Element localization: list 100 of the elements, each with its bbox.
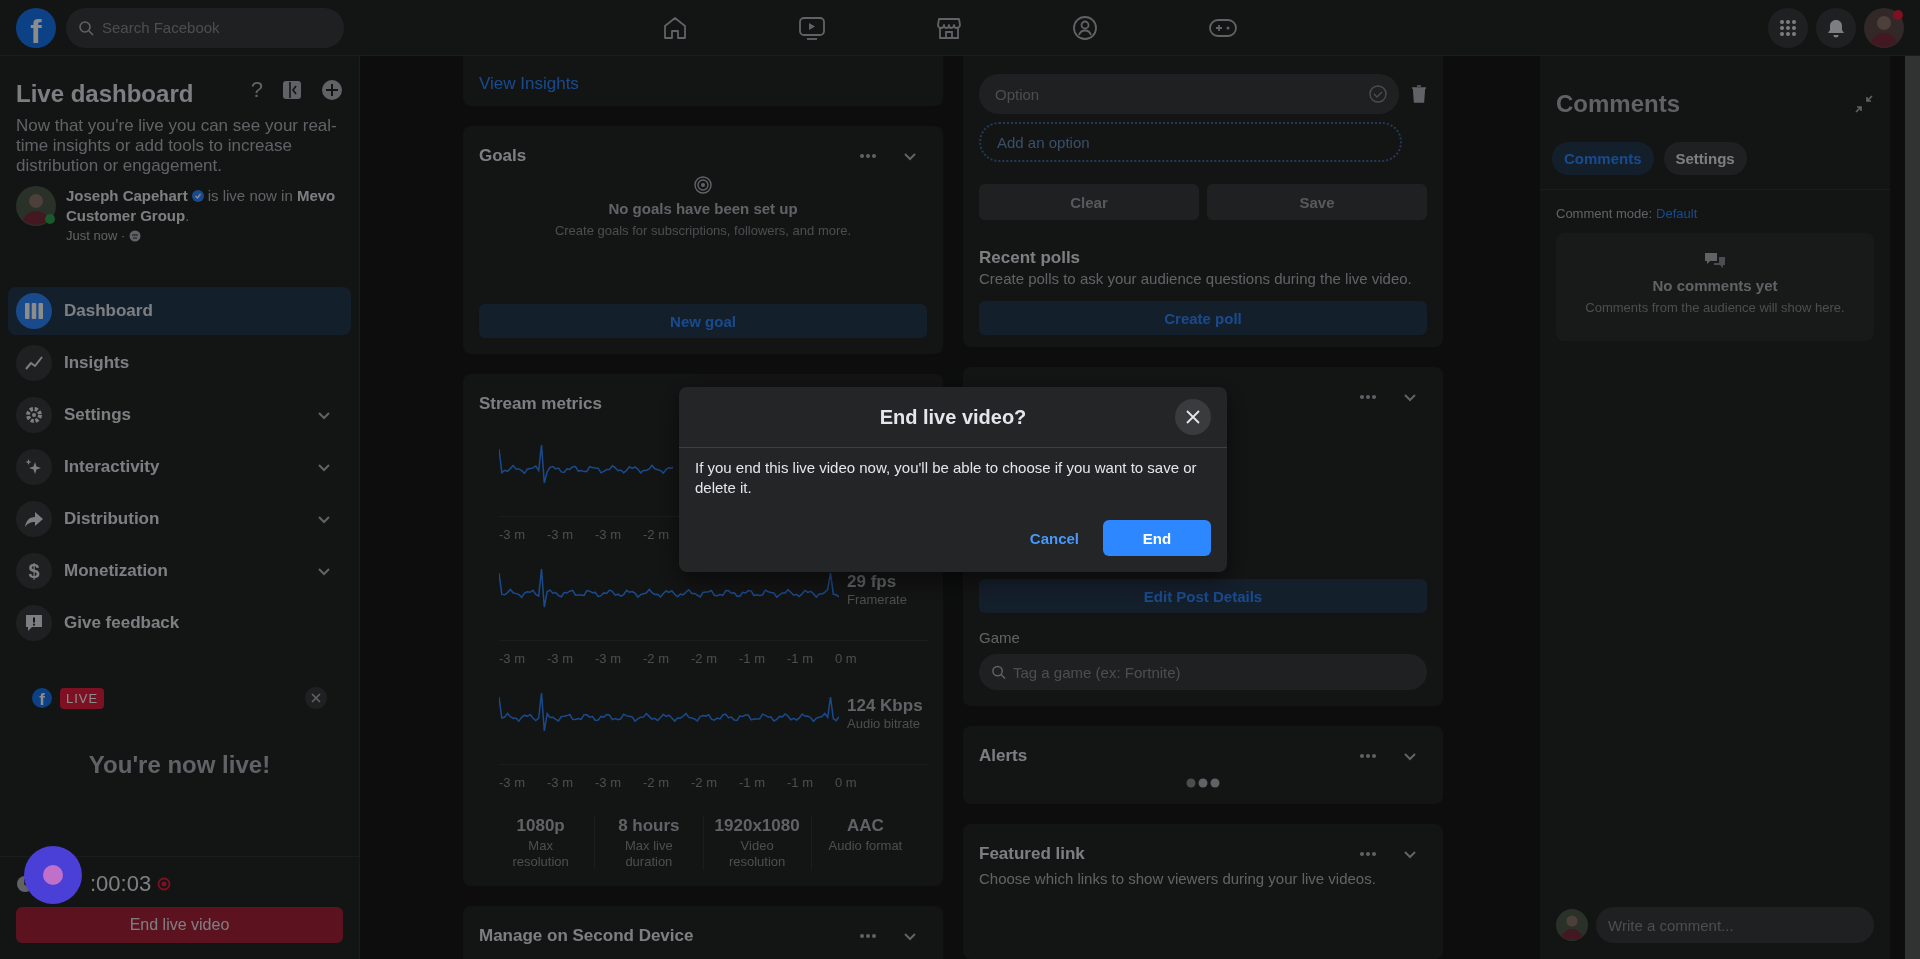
section-description: Choose which links to show viewers during your live videos. <box>979 870 1377 887</box>
add-icon[interactable] <box>321 79 343 101</box>
verified-icon <box>191 190 204 202</box>
menu-button[interactable] <box>1768 7 1808 48</box>
account-avatar[interactable] <box>1864 7 1904 48</box>
sidebar-item[interactable]: Give feedback <box>8 599 351 647</box>
more-icon[interactable] <box>1359 753 1377 759</box>
live-badge: LIVE <box>60 687 105 709</box>
panel-title: Comments <box>1556 90 1681 118</box>
sparkle-icon <box>25 458 43 476</box>
axis-tick: -3 m <box>499 775 525 790</box>
live-status-text: is live now in Mevo <box>207 187 336 204</box>
live-status-text: Customer Group. <box>66 207 190 224</box>
bell-icon <box>1826 17 1846 38</box>
record-control-icon[interactable] <box>24 846 82 904</box>
stat-value: AAC <box>845 816 885 836</box>
bars-icon <box>25 303 43 319</box>
dollar-icon: $ <box>28 559 40 583</box>
card-title: Stream metrics <box>479 394 603 414</box>
target-icon <box>694 176 712 194</box>
help-button[interactable]: ? <box>250 77 263 103</box>
sidebar-item[interactable]: Insights <box>8 339 351 387</box>
comment-mode-link[interactable]: Default <box>1656 206 1698 221</box>
feedback-icon <box>25 614 43 632</box>
stat-label: Audio format <box>827 838 904 854</box>
close-icon <box>311 693 321 703</box>
scrollbar[interactable] <box>1905 56 1920 959</box>
dashboard-description: Now that you're live you can see your real-time insights or add tools to increase distribution or engagement. <box>16 116 338 176</box>
card-title: Manage on Second Device <box>479 926 695 946</box>
share-icon <box>25 511 43 527</box>
avatar <box>1556 909 1588 941</box>
more-icon[interactable] <box>859 933 877 939</box>
sidebar-item[interactable]: Settings <box>8 391 351 439</box>
page-title: Live dashboard <box>16 80 195 108</box>
stat-label: Max live duration <box>624 838 674 870</box>
axis-tick: -1 m <box>787 775 813 790</box>
sidebar-item[interactable]: Distribution <box>8 495 351 543</box>
more-icon[interactable] <box>859 153 877 159</box>
axis-tick: -3 m <box>547 651 573 666</box>
trend-icon <box>25 355 43 371</box>
close-icon <box>1186 410 1200 424</box>
dialog-title: End live video? <box>879 405 1027 429</box>
field-label: Game <box>979 629 1021 646</box>
add-option-field[interactable]: Add an option <box>979 122 1402 162</box>
axis-tick: -3 m <box>547 527 573 542</box>
axis-tick: -1 m <box>787 651 813 666</box>
panel-toggle-icon[interactable] <box>281 79 303 101</box>
sidebar-item[interactable]: Interactivity <box>8 443 351 491</box>
groups-icon[interactable] <box>1072 14 1098 41</box>
stat-label: Max resolution <box>511 838 570 870</box>
tab[interactable]: Comments <box>1552 142 1654 175</box>
new-goal-button[interactable]: New goal <box>479 304 927 338</box>
sidebar-item[interactable]: $ Monetization <box>8 547 351 595</box>
tab[interactable]: Settings <box>1663 142 1747 175</box>
cancel-button[interactable]: Cancel <box>1029 529 1079 547</box>
sidebar-item[interactable]: Dashboard <box>8 287 351 335</box>
trash-icon[interactable] <box>1411 85 1427 103</box>
axis-tick: 0 m <box>835 651 857 666</box>
axis-tick: -3 m <box>547 775 573 790</box>
search-icon <box>78 19 94 36</box>
search-icon <box>991 664 1006 680</box>
stat-value: 1080p <box>515 816 566 836</box>
notifications-button[interactable] <box>1816 7 1856 48</box>
collapse-icon[interactable] <box>1854 94 1874 114</box>
grid-icon <box>1778 17 1798 38</box>
author-name[interactable]: Joseph Capehart <box>66 187 188 204</box>
stat-value: 8 hours <box>617 816 681 836</box>
recording-icon <box>157 877 172 891</box>
axis-tick: -2 m <box>643 775 669 790</box>
home-icon[interactable] <box>662 14 688 41</box>
axis-tick: -3 m <box>595 527 621 542</box>
view-insights-link[interactable]: View Insights <box>479 74 579 93</box>
facebook-logo[interactable]: f <box>16 7 56 48</box>
end-button[interactable]: End <box>1103 520 1211 556</box>
gear-icon <box>25 406 43 424</box>
check-circle-icon <box>1369 85 1387 103</box>
edit-post-details-button[interactable]: Edit Post Details <box>979 579 1427 613</box>
axis-tick: 0 m <box>835 775 857 790</box>
axis-tick: -3 m <box>595 651 621 666</box>
card-title: Featured link <box>979 844 1086 864</box>
more-icon[interactable] <box>1359 394 1377 400</box>
axis-tick: -2 m <box>691 775 717 790</box>
avatar <box>16 186 56 226</box>
axis-tick: -1 m <box>739 775 765 790</box>
create-poll-button[interactable]: Create poll <box>979 301 1427 335</box>
more-icon[interactable] <box>1359 851 1377 857</box>
empty-title: No goals have been set up <box>608 200 798 217</box>
stat-label: Video resolution <box>727 838 787 870</box>
stat-value: 1920x1080 <box>713 816 801 836</box>
live-timer: :00:03 <box>90 871 152 897</box>
dialog-message: If you end this live video now, you'll be able to choose if you want to save or delete it. <box>694 458 1198 498</box>
close-button[interactable] <box>1175 399 1211 435</box>
end-live-video-button[interactable]: End live video <box>16 907 343 943</box>
axis-tick: -1 m <box>739 651 765 666</box>
metric-reading: 124 Kbps <box>847 695 923 716</box>
facebook-logo: f <box>32 688 52 708</box>
empty-text: Create goals for subscriptions, followers, and more. <box>554 223 852 238</box>
section-description: Create polls to ask your audience questions during the live video. <box>979 270 1413 287</box>
card-title: Alerts <box>979 746 1029 766</box>
video-icon[interactable] <box>798 14 826 41</box>
